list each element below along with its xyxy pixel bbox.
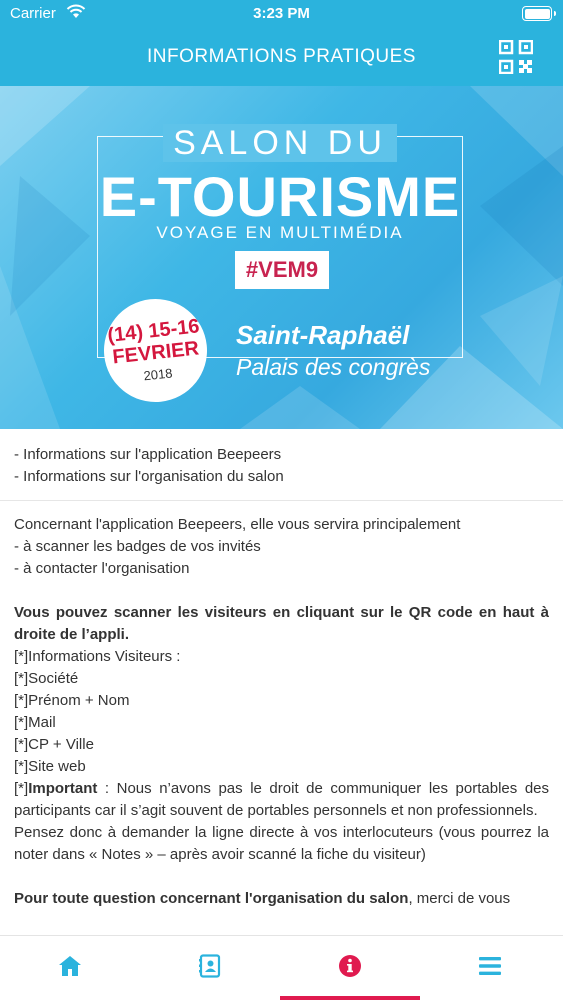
field-item: [*]Mail xyxy=(14,714,56,731)
field-item: [*]Société xyxy=(14,670,79,687)
banner-title-line2: E-TOURISME xyxy=(99,165,461,228)
active-tab-indicator xyxy=(280,996,420,1000)
field-item: [*]Site web xyxy=(14,758,86,775)
home-icon xyxy=(59,956,81,976)
event-banner: SALON DU E-TOURISME VOYAGE EN MULTIMÉDIA… xyxy=(0,86,563,429)
tab-home[interactable] xyxy=(0,936,140,1000)
info-content: Concernant l'application Beepeers, elle … xyxy=(14,514,549,910)
tab-bar xyxy=(0,935,563,1000)
field-item: [*]Prénom + Nom xyxy=(14,692,130,709)
link-app-info[interactable]: - Informations sur l'application Beepeer… xyxy=(14,444,549,466)
nav-bar: INFORMATIONS PRATIQUES xyxy=(0,28,563,86)
banner-subtitle: VOYAGE EN MULTIMÉDIA xyxy=(156,223,404,242)
bullet-contact: - à contacter l'organisation xyxy=(14,560,190,577)
bullet-scan: - à scanner les badges de vos invités xyxy=(14,538,261,555)
event-venue: Palais des congrès xyxy=(236,354,431,380)
tab-contacts[interactable] xyxy=(140,936,280,1000)
important-notice: [*]Important : Nous n’avons pas le droit… xyxy=(14,780,549,819)
battery-icon xyxy=(522,6,556,21)
banner-title-line1: SALON DU xyxy=(97,124,463,163)
event-city: Saint-Raphaël xyxy=(236,320,410,350)
tab-info[interactable] xyxy=(280,936,420,1000)
info-icon xyxy=(339,955,361,977)
scan-instruction: Vous pouvez scanner les visiteurs en cli… xyxy=(14,604,549,643)
field-item: [*]CP + Ville xyxy=(14,736,94,753)
direct-line-tip: Pensez donc à demander la ligne directe … xyxy=(14,824,549,863)
banner-hashtag: #VEM9 xyxy=(235,251,329,289)
question-text: Pour toute question concernant l'organis… xyxy=(14,890,511,907)
tab-menu[interactable] xyxy=(420,936,560,1000)
info-links: - Informations sur l'application Beepeer… xyxy=(14,444,549,488)
clock: 3:23 PM xyxy=(253,5,310,22)
link-organisation-info[interactable]: - Informations sur l'organisation du sal… xyxy=(14,466,549,488)
field-item: [*]Informations Visiteurs : xyxy=(14,648,181,665)
menu-icon xyxy=(479,957,501,975)
page-title: INFORMATIONS PRATIQUES xyxy=(147,46,416,67)
divider xyxy=(0,500,563,501)
intro-text: Concernant l'application Beepeers, elle … xyxy=(14,516,461,533)
qr-code-icon[interactable] xyxy=(498,39,534,75)
status-bar: Carrier 3:23 PM xyxy=(0,0,563,28)
contacts-icon xyxy=(199,954,221,978)
